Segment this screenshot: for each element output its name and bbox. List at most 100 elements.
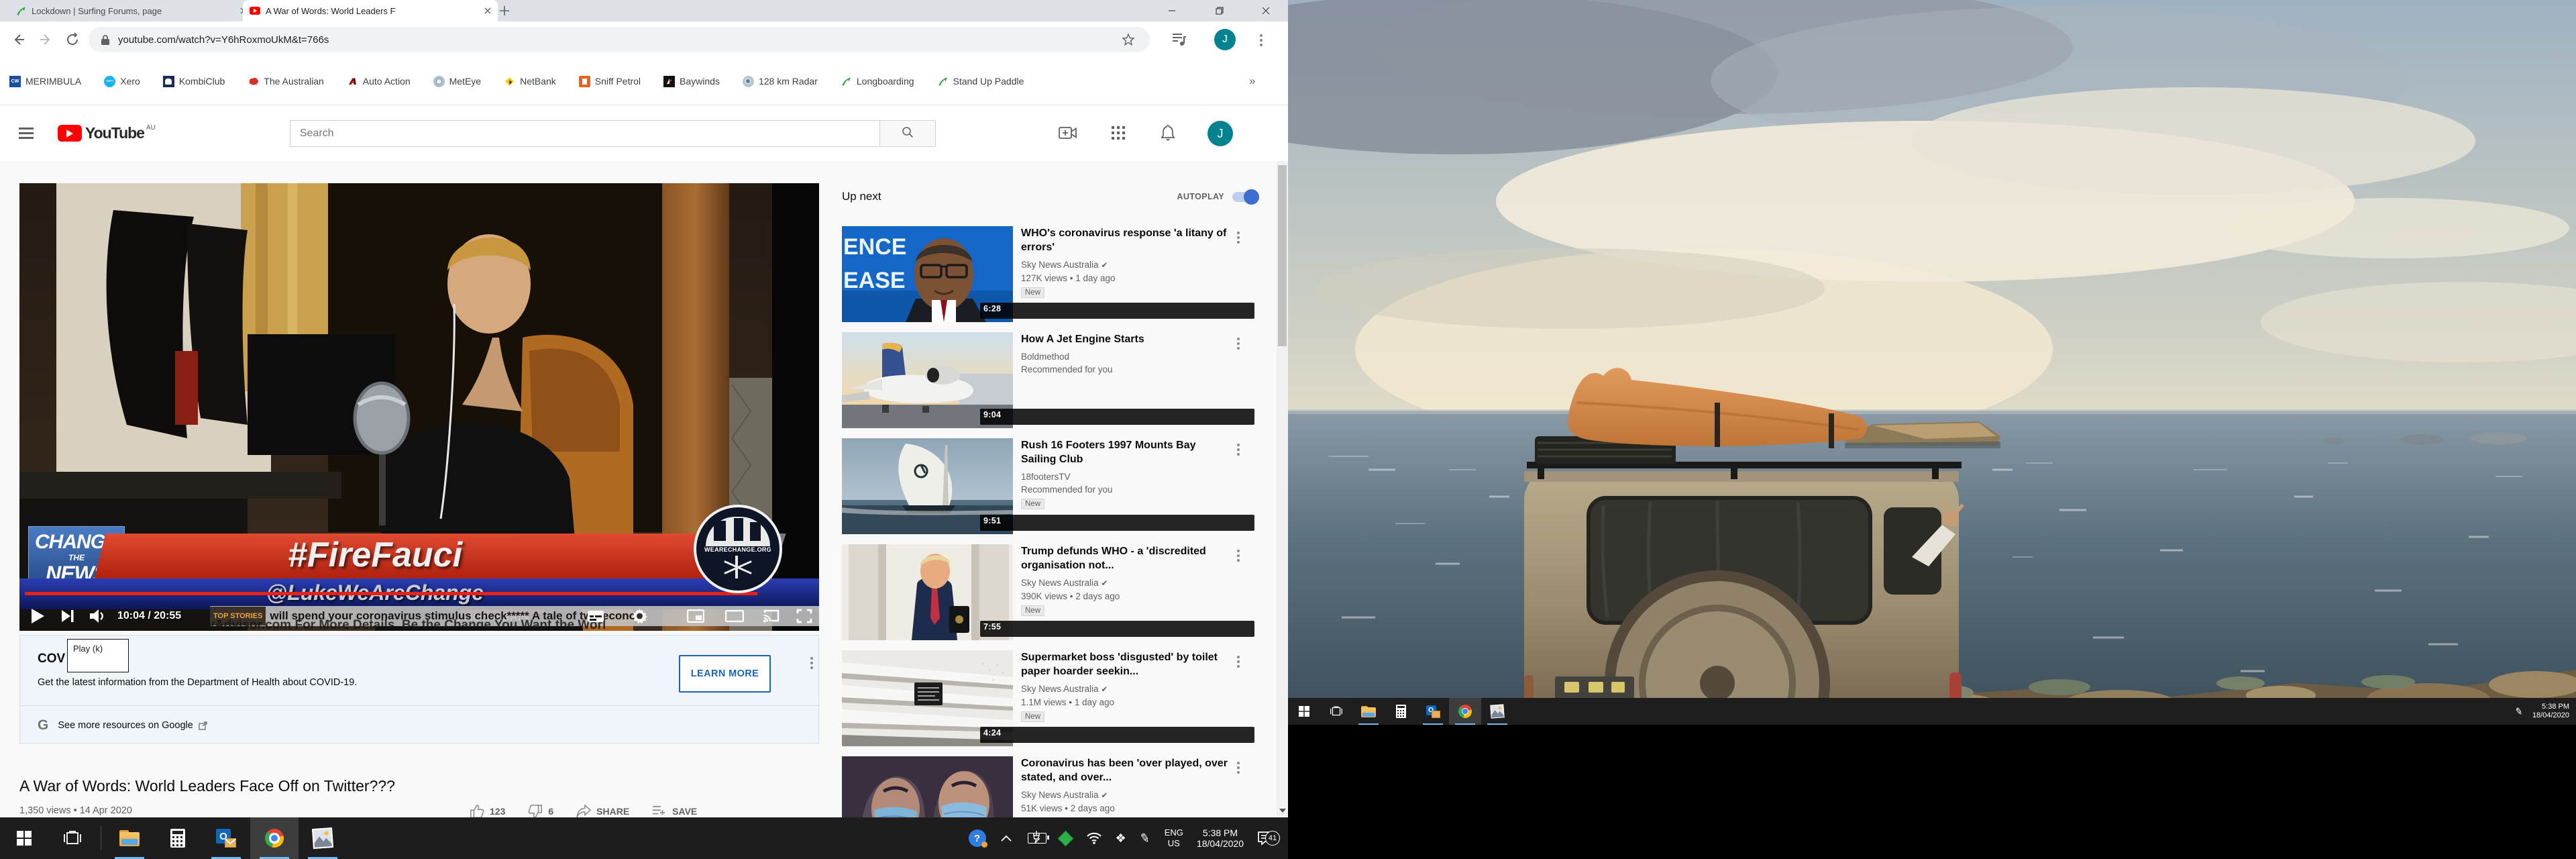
tray-diamond-icon[interactable] xyxy=(1057,830,1073,846)
save-icon[interactable] xyxy=(652,805,667,817)
scrollbar-thumb[interactable] xyxy=(1278,165,1287,346)
bookmark-kombiclub[interactable]: KombiClub xyxy=(163,76,225,87)
tab-close-icon[interactable] xyxy=(484,7,491,14)
bookmark-star-icon[interactable] xyxy=(1122,33,1135,46)
bookmark-longboarding[interactable]: Longboarding xyxy=(841,76,914,87)
next-button-icon[interactable] xyxy=(61,609,74,623)
browser-menu-icon[interactable] xyxy=(1260,34,1263,37)
upnext-video-title[interactable]: How A Jet Engine Starts xyxy=(1021,332,1230,346)
channel-name[interactable]: Sky News Australia xyxy=(1021,684,1099,694)
task-view-button-2[interactable] xyxy=(1320,698,1352,725)
search-button[interactable] xyxy=(879,120,936,147)
bookmark-baywinds[interactable]: Baywinds xyxy=(663,76,720,87)
clock-2[interactable]: 5:38 PM 18/04/2020 xyxy=(2532,703,2569,720)
like-icon[interactable] xyxy=(470,804,484,819)
theater-mode-icon[interactable] xyxy=(725,610,744,622)
taskbar2-chrome[interactable] xyxy=(1449,698,1481,725)
guide-menu-icon[interactable] xyxy=(19,128,34,130)
volume-icon[interactable] xyxy=(89,609,107,623)
bookmarks-overflow-icon[interactable]: » xyxy=(1249,74,1255,88)
action-center-icon[interactable]: 41 xyxy=(1257,829,1277,847)
taskbar2-file-explorer[interactable] xyxy=(1352,698,1385,725)
tray-wifi-icon[interactable] xyxy=(1086,832,1102,844)
upnext-video-title[interactable]: Supermarket boss 'disgusted' by toilet p… xyxy=(1021,650,1230,678)
taskbar2-outlook[interactable]: O xyxy=(1417,698,1449,725)
tray-battery-icon[interactable] xyxy=(1028,833,1046,844)
tray-pen-icon[interactable]: ✎ xyxy=(1138,830,1151,846)
apps-grid-icon[interactable] xyxy=(1111,125,1126,140)
item-menu-icon[interactable] xyxy=(1237,656,1240,658)
channel-name[interactable]: 18footersTV xyxy=(1021,470,1230,483)
taskbar-outlook[interactable]: O xyxy=(202,817,250,859)
upnext-video-title[interactable]: WHO's coronavirus response 'a litany of … xyxy=(1021,226,1230,254)
media-controls-icon[interactable] xyxy=(1171,32,1187,47)
video-player[interactable]: 8 4 CTION AGAIN CHANGE THE NEWS #FireFau… xyxy=(19,183,819,631)
subtitles-icon[interactable] xyxy=(587,610,604,623)
miniplayer-icon[interactable] xyxy=(687,609,704,623)
progress-bar[interactable] xyxy=(25,592,757,595)
settings-gear-icon[interactable] xyxy=(631,608,647,624)
item-menu-icon[interactable] xyxy=(1237,444,1240,446)
reload-icon[interactable] xyxy=(64,32,80,48)
bookmark-netbank[interactable]: NetBank xyxy=(504,76,556,87)
taskbar-photos[interactable] xyxy=(299,817,347,859)
url-text[interactable]: youtube.com/watch?v=Y6hRoxmoUkM&t=766s xyxy=(118,34,329,46)
upnext-item[interactable]: 9:51 Rush 16 Footers 1997 Mounts Bay Sai… xyxy=(842,438,1258,534)
forward-icon[interactable] xyxy=(38,32,54,48)
learn-more-button[interactable]: LEARN MORE xyxy=(679,655,771,693)
page-scrollbar[interactable] xyxy=(1277,161,1288,817)
item-menu-icon[interactable] xyxy=(1237,550,1240,552)
start-button-2[interactable] xyxy=(1288,698,1320,725)
taskbar-file-explorer[interactable] xyxy=(105,817,154,859)
bookmark-xero[interactable]: xeroXero xyxy=(104,76,140,87)
youtube-logo[interactable]: YouTube AU xyxy=(58,124,156,142)
item-menu-icon[interactable] xyxy=(1237,762,1240,764)
back-icon[interactable] xyxy=(11,32,27,48)
channel-name[interactable]: Sky News Australia xyxy=(1021,790,1099,800)
bookmark-sniff-petrol[interactable]: Sniff Petrol xyxy=(579,76,641,87)
new-tab-icon[interactable] xyxy=(499,5,510,16)
google-resources-link[interactable]: G See more resources on Google xyxy=(38,717,207,734)
taskbar-calculator[interactable] xyxy=(154,817,202,859)
bookmark-radar[interactable]: 128 km Radar xyxy=(743,76,818,87)
tray-pen-icon[interactable]: ✎ xyxy=(2514,705,2524,718)
scroll-down-icon[interactable] xyxy=(1277,804,1288,817)
upnext-video-title[interactable]: Trump defunds WHO - a 'discredited organ… xyxy=(1021,544,1230,572)
start-button[interactable] xyxy=(0,817,48,859)
bookmark-sup[interactable]: Stand Up Paddle xyxy=(937,76,1024,87)
search-input[interactable] xyxy=(290,120,879,147)
bookmark-auto-action[interactable]: AAuto Action xyxy=(347,76,411,87)
task-view-button[interactable] xyxy=(48,817,97,859)
tab-surfing-forums[interactable]: Lockdown | Surfing Forums, page xyxy=(9,0,254,21)
upnext-item[interactable]: 4:24 Supermarket boss 'disgusted' by toi… xyxy=(842,650,1258,746)
tray-help-icon[interactable]: ? xyxy=(969,829,986,847)
clock[interactable]: 5:38 PM 18/04/2020 xyxy=(1197,827,1244,849)
play-button-icon[interactable] xyxy=(30,608,45,624)
tray-chevron-up-icon[interactable] xyxy=(1001,835,1012,842)
create-video-icon[interactable] xyxy=(1059,125,1077,140)
notifications-bell-icon[interactable] xyxy=(1160,124,1176,142)
channel-name[interactable]: Sky News Australia xyxy=(1021,260,1099,270)
language-indicator[interactable]: ENGUS xyxy=(1165,827,1183,849)
taskbar2-photos[interactable] xyxy=(1481,698,1513,725)
share-label[interactable]: SHARE xyxy=(596,806,629,817)
profile-avatar[interactable]: J xyxy=(1214,29,1236,50)
close-window-button[interactable] xyxy=(1250,0,1281,21)
channel-name[interactable]: Sky News Australia xyxy=(1021,578,1099,588)
address-bar[interactable]: youtube.com/watch?v=Y6hRoxmoUkM&t=766s xyxy=(89,27,1150,52)
upnext-item[interactable]: 9:04 How A Jet Engine Starts Boldmethod … xyxy=(842,332,1258,428)
share-icon[interactable] xyxy=(576,805,591,818)
channel-name[interactable]: Boldmethod xyxy=(1021,350,1230,363)
dislike-icon[interactable] xyxy=(528,804,543,819)
restore-button[interactable] xyxy=(1204,0,1235,21)
bookmark-meteye[interactable]: MetEye xyxy=(433,76,481,87)
bookmark-the-australian[interactable]: The Australian xyxy=(248,76,324,87)
upnext-item[interactable]: 7:55 Trump defunds WHO - a 'discredited … xyxy=(842,544,1258,640)
item-menu-icon[interactable] xyxy=(1237,232,1240,234)
bookmark-merimbula[interactable]: CWMERIMBULA xyxy=(9,76,81,87)
youtube-avatar[interactable]: J xyxy=(1208,121,1233,146)
upnext-video-title[interactable]: Rush 16 Footers 1997 Mounts Bay Sailing … xyxy=(1021,438,1230,466)
taskbar2-calculator[interactable] xyxy=(1385,698,1417,725)
autoplay-toggle[interactable] xyxy=(1232,192,1258,202)
minimize-button[interactable] xyxy=(1157,0,1187,21)
